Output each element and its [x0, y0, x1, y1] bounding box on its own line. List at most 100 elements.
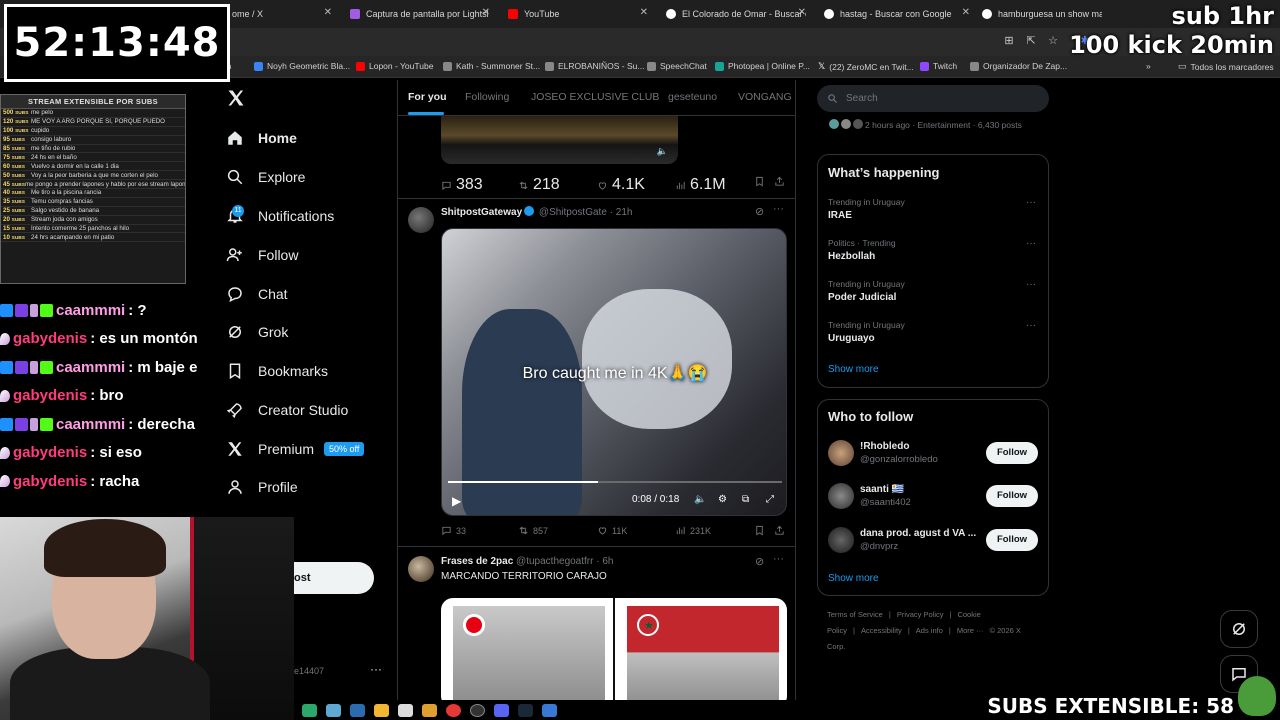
repost-button[interactable]: 857	[518, 525, 548, 536]
more-icon[interactable]: ···	[370, 662, 382, 676]
more-icon[interactable]: ···	[1026, 238, 1036, 249]
tab-x-home[interactable]: ome / X ✕	[232, 4, 332, 24]
footer-link[interactable]: Privacy Policy	[897, 610, 944, 619]
search-input[interactable]: Search	[817, 85, 1049, 112]
bookmark-noyh[interactable]: Noyh Geometric Bla...	[254, 61, 350, 71]
share-button[interactable]	[774, 525, 785, 536]
bookmark-all[interactable]: ▭ Todos los marcadores	[1178, 61, 1274, 72]
more-icon[interactable]: ···	[773, 203, 784, 215]
show-more-link[interactable]: Show more	[828, 573, 879, 584]
volume-icon[interactable]: 🔈	[694, 494, 706, 505]
post-time[interactable]: · 21h	[610, 207, 633, 218]
show-more-link[interactable]: Show more	[828, 364, 879, 375]
steam-icon[interactable]	[518, 703, 533, 717]
reply-button[interactable]: 33	[441, 525, 466, 536]
suggested-user-name[interactable]: !Rhobledo	[860, 441, 909, 452]
reply-button[interactable]: 383	[441, 176, 483, 194]
tab-google-search-2[interactable]: hastag - Buscar con Google ✕	[824, 4, 970, 24]
more-icon[interactable]: ···	[1026, 320, 1036, 331]
nav-bookmarks[interactable]: Bookmarks	[226, 358, 328, 384]
suggested-user-name[interactable]: saanti 🇺🇾	[860, 484, 904, 495]
translate-icon[interactable]: ⊞	[1002, 34, 1016, 48]
grok-button[interactable]	[1220, 610, 1258, 648]
trend-name[interactable]: Hezbollah	[828, 251, 875, 262]
x-logo-icon[interactable]	[226, 88, 246, 108]
play-icon[interactable]: ▶	[452, 494, 461, 508]
nav-profile[interactable]: Profile	[226, 474, 298, 500]
star-icon[interactable]: ☆	[1046, 34, 1060, 48]
avatar[interactable]	[408, 207, 434, 233]
tab-geseteuno[interactable]: geseteuno	[668, 91, 717, 103]
video-progress-bar[interactable]	[448, 481, 782, 483]
fullscreen-icon[interactable]: ⤢	[766, 494, 774, 505]
follow-button[interactable]: Follow	[986, 485, 1038, 507]
suggested-user-handle[interactable]: @dnvprz	[860, 541, 898, 552]
trend-name[interactable]: Uruguayo	[828, 333, 875, 344]
nav-follow[interactable]: Follow	[226, 242, 298, 268]
more-icon[interactable]: ···	[773, 553, 784, 565]
avatar[interactable]	[828, 483, 854, 509]
cast-icon[interactable]: ⇱	[1024, 34, 1038, 48]
follow-button[interactable]: Follow	[986, 529, 1038, 551]
suggested-user-name[interactable]: dana prod. agust d VA ...	[860, 528, 976, 539]
volume-icon[interactable]: 🔈	[657, 146, 668, 157]
trend-name[interactable]: Poder Judicial	[828, 292, 896, 303]
bookmark-speechchat[interactable]: SpeechChat	[647, 61, 707, 71]
nav-premium[interactable]: Premium 50% off	[226, 436, 365, 462]
bookmark-lopon[interactable]: Lopon - YouTube	[356, 61, 433, 71]
trend-name[interactable]: IRAE	[828, 210, 852, 221]
picture-in-picture-icon[interactable]: ⧉	[742, 494, 749, 505]
taskbar-app-icon[interactable]	[374, 703, 389, 717]
tab-joseo-exclusive-club[interactable]: JOSEO EXCLUSIVE CLUB	[531, 91, 659, 103]
chat-username[interactable]: gabydenis	[13, 473, 87, 490]
discord-icon[interactable]	[494, 703, 509, 717]
close-icon[interactable]: ✕	[640, 7, 648, 18]
more-icon[interactable]: ···	[1026, 197, 1036, 208]
taskbar-app-icon[interactable]	[302, 703, 317, 717]
footer-link[interactable]: Terms of Service	[827, 610, 883, 619]
close-icon[interactable]: ✕	[324, 7, 332, 18]
bookmark-photopea[interactable]: Photopea | Online P...	[715, 61, 810, 71]
footer-link[interactable]: Accessibility	[861, 626, 902, 635]
views-button[interactable]: 231K	[675, 525, 711, 536]
tab-for-you[interactable]: For you	[408, 91, 447, 103]
post-time[interactable]: · 6h	[596, 556, 613, 567]
nav-home[interactable]: Home	[226, 125, 297, 151]
chat-username[interactable]: caammmi	[56, 359, 125, 376]
repost-button[interactable]: 218	[518, 176, 560, 194]
author-name[interactable]: ShitpostGateway	[441, 207, 522, 218]
avatar[interactable]	[828, 527, 854, 553]
chat-username[interactable]: caammmi	[56, 416, 125, 433]
taskbar-app-icon[interactable]	[398, 703, 413, 717]
chat-username[interactable]: gabydenis	[13, 444, 87, 461]
close-icon[interactable]: ✕	[482, 7, 490, 18]
footer-link[interactable]: More ···	[957, 626, 984, 635]
post-image[interactable]: ★	[615, 598, 787, 700]
nav-explore[interactable]: Explore	[226, 164, 305, 190]
views-button[interactable]: 6.1M	[675, 176, 726, 194]
bookmark-button[interactable]	[754, 525, 765, 536]
bookmark-zeromc[interactable]: 𝕏 (22) ZeroMC en Twit...	[818, 61, 914, 72]
tab-vongang[interactable]: VONGANG	[738, 91, 792, 103]
chat-username[interactable]: gabydenis	[13, 330, 87, 347]
bookmark-elrobaninos[interactable]: ELROBANIÑOS - Su...	[545, 61, 644, 71]
bookmark-button[interactable]	[754, 176, 765, 187]
nav-chat[interactable]: Chat	[226, 281, 288, 307]
taskbar-app-icon[interactable]	[326, 703, 341, 717]
suggested-user-handle[interactable]: @saanti402	[860, 497, 911, 508]
bookmarks-overflow[interactable]: »	[1146, 61, 1151, 71]
share-button[interactable]	[774, 176, 785, 187]
post-image[interactable]: 🔈	[441, 116, 678, 164]
post-button[interactable]: ost	[294, 562, 374, 594]
author-handle[interactable]: @ShitpostGate	[539, 207, 607, 218]
suggested-user-handle[interactable]: @gonzalorrobledo	[860, 454, 938, 465]
close-icon[interactable]: ✕	[798, 7, 806, 18]
close-icon[interactable]: ✕	[962, 7, 970, 18]
author-name[interactable]: Frases de 2pac	[441, 556, 513, 567]
nav-grok[interactable]: Grok	[226, 319, 288, 345]
grok-explain-icon[interactable]: ⊘	[755, 555, 764, 568]
grok-explain-icon[interactable]: ⊘	[755, 205, 764, 218]
post-media-grid[interactable]: ★	[441, 598, 787, 700]
obs-icon[interactable]	[470, 703, 485, 717]
taskbar-app-icon[interactable]	[350, 703, 365, 717]
